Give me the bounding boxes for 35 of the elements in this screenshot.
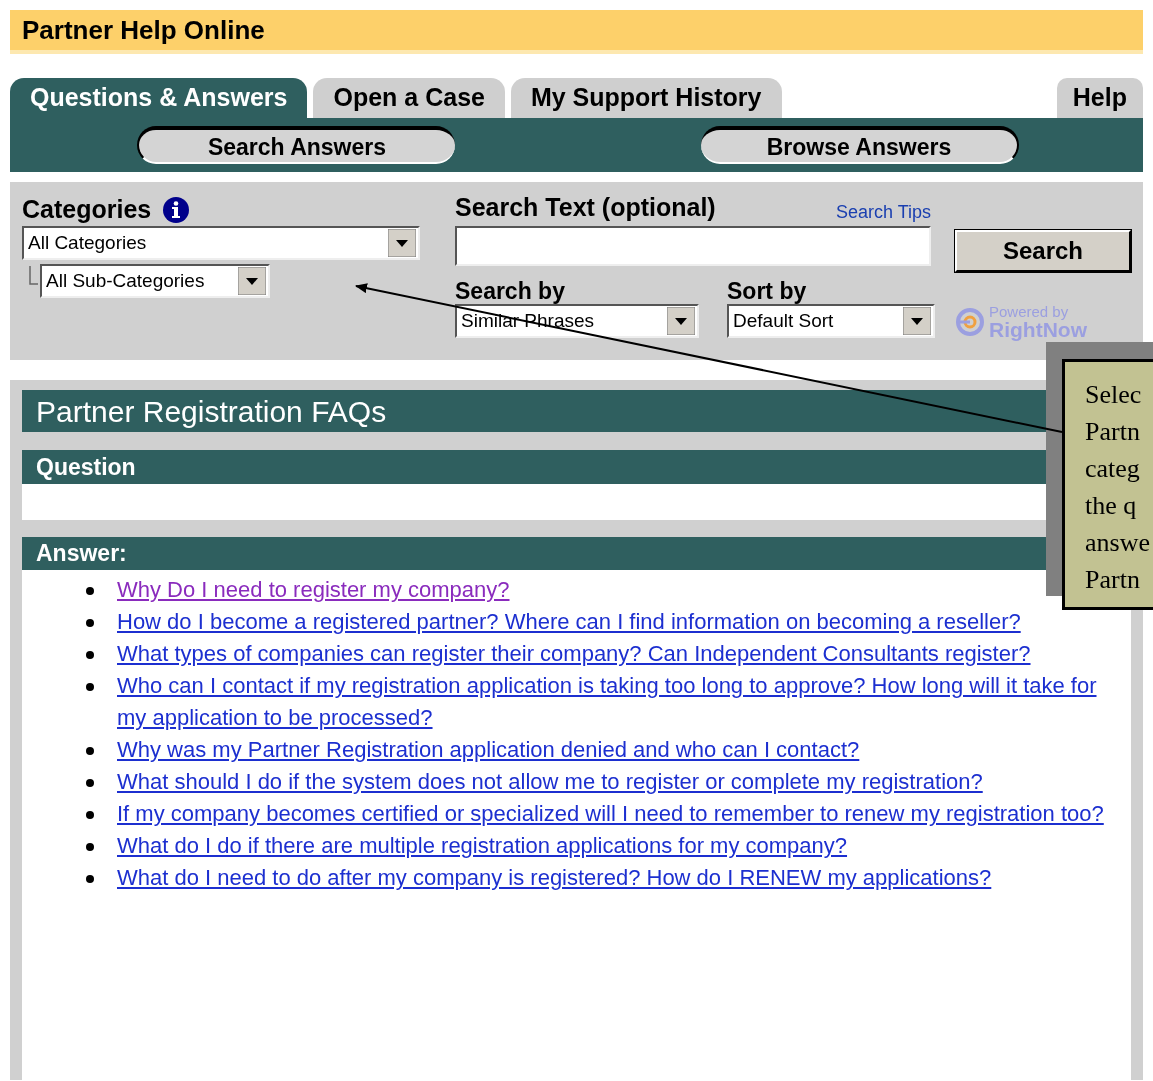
tab[interactable]: Open a Case	[313, 78, 505, 118]
answer-link[interactable]: What do I need to do after my company is registered? How do I RENEW my applications?	[117, 862, 992, 894]
tab[interactable]: My Support History	[510, 78, 782, 118]
callout-text: Partn	[1085, 564, 1141, 596]
site-title: Partner Help Online	[22, 13, 265, 47]
sort-by-select[interactable]: Default Sort	[727, 304, 935, 338]
tab[interactable]: Help	[1056, 78, 1143, 118]
search-button[interactable]: Search	[955, 230, 1131, 272]
field-label: Categories	[22, 194, 152, 226]
answer-link[interactable]: Why was my Partner Registration application denied and who can I contact?	[117, 734, 860, 766]
answer-link[interactable]: What should I do if the system does not allow me to register or complete my registration?	[117, 766, 983, 798]
search-by-select[interactable]: Similar Phrases	[455, 304, 699, 338]
callout-text: answe	[1085, 527, 1151, 559]
answer-label: Answer:	[36, 539, 127, 569]
question-label: Question	[36, 452, 136, 482]
answer-link[interactable]: If my company becomes certified or specialized will I need to remember to renew my registration too?	[117, 798, 1104, 830]
subtab-button[interactable]: Browse Answers	[701, 126, 1019, 164]
field-label: Search by	[455, 277, 566, 304]
answer-link[interactable]: Why Do I need to register my company?	[117, 574, 510, 606]
subtab-button[interactable]: Search Answers	[137, 126, 455, 164]
section-title: Partner Registration FAQs	[36, 393, 387, 430]
category-select[interactable]: All Categories	[22, 226, 420, 260]
answer-link[interactable]: What types of companies can register their company? Can Independent Consultants register?	[117, 638, 1031, 670]
search-tips-link[interactable]: Search Tips	[835, 199, 931, 226]
answer-link[interactable]: Who can I contact if my registration application is taking too long to approve? How long will it take for my application to be processed?	[117, 670, 1121, 734]
callout-text: Partn	[1085, 416, 1141, 448]
callout-text: Selec	[1085, 379, 1143, 411]
answer-link[interactable]: What do I do if there are multiple registration applications for my company?	[117, 830, 848, 862]
field-label: Search Text (optional)	[455, 191, 716, 223]
subcategory-select[interactable]: All Sub-Categories	[40, 264, 270, 298]
field-label: Sort by	[727, 277, 808, 304]
tab[interactable]: Questions & Answers	[10, 78, 308, 118]
callout-text: categ	[1085, 453, 1141, 485]
answer-link[interactable]: How do I become a registered partner? Where can I find information on becoming a reseller?	[117, 606, 1021, 638]
callout-text: the q	[1085, 490, 1138, 522]
